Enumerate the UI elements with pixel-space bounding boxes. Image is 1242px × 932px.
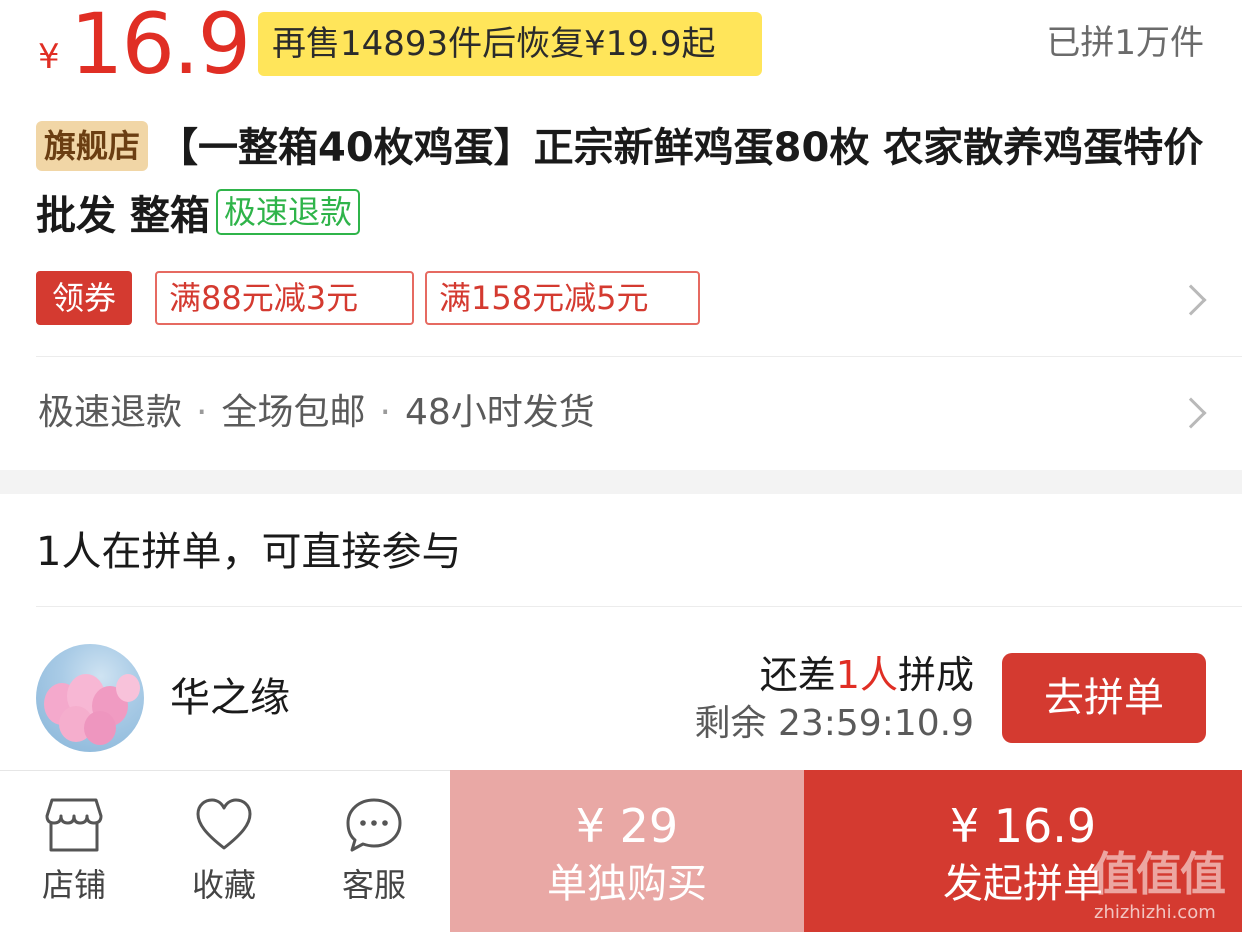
heart-icon [196, 798, 252, 850]
buy-alone-label: 单独购买 [547, 861, 707, 907]
service-guarantees-row[interactable]: 极速退款 · 全场包邮 · 48小时发货 [38, 388, 595, 438]
sold-count: 已拼1万件 [1046, 23, 1204, 63]
chat-bubble-icon [346, 798, 402, 852]
join-group-button[interactable]: 去拼单 [1002, 653, 1206, 743]
coupon-158-minus-5[interactable]: 满158元减5元 [425, 271, 700, 325]
group-member-name: 华之缘 [170, 675, 290, 721]
group-buy-heading: 1人在拼单，可直接参与 [36, 529, 462, 575]
watermark-logo: 值值值 [1092, 847, 1226, 901]
balloons-avatar-icon [44, 674, 140, 745]
service-fast-refund: 极速退款 [38, 392, 183, 433]
store-icon [45, 798, 103, 852]
customer-service-label: 客服 [341, 866, 406, 904]
service-48h-shipping: 48小时发货 [404, 392, 595, 433]
coupon-88-minus-3[interactable]: 满88元减3元 [155, 271, 414, 325]
favorite-label: 收藏 [191, 866, 256, 904]
need-count: 1人 [835, 653, 898, 697]
watermark-url: zhizhizhi.com [1094, 902, 1216, 923]
services-chevron-right-icon[interactable] [1175, 397, 1207, 429]
store-button[interactable]: 店铺 [14, 782, 134, 912]
restock-notice-badge: 再售14893件后恢复¥19.9起 [258, 12, 762, 76]
separator-dot: · [379, 392, 391, 433]
customer-service-button[interactable]: 客服 [314, 782, 434, 912]
group-need-line: 还差1人拼成 [760, 652, 974, 698]
avatar [36, 644, 144, 752]
store-label: 店铺 [41, 866, 106, 904]
product-title: 【一整箱40枚鸡蛋】正宗新鲜鸡蛋80枚 农家散养鸡蛋特价批发 整箱 [36, 125, 1204, 239]
need-suffix: 拼成 [897, 653, 974, 697]
need-prefix: 还差 [759, 653, 836, 697]
get-coupon-label[interactable]: 领券 [36, 271, 132, 325]
service-free-shipping: 全场包邮 [221, 392, 366, 433]
product-title-block: 旗舰店 【一整箱40枚鸡蛋】正宗新鲜鸡蛋80枚 农家散养鸡蛋特价批发 整箱 极速退款 [36, 114, 1216, 250]
fast-refund-badge: 极速退款 [215, 189, 360, 235]
price-amount: 16.9 [70, 0, 251, 93]
buy-alone-price: ¥ 29 [575, 799, 679, 853]
divider [36, 356, 1242, 357]
coupon-chevron-right-icon[interactable] [1175, 284, 1207, 316]
price-currency-symbol: ¥ [38, 37, 60, 77]
section-gap [0, 470, 1242, 494]
group-remaining-time: 剩余 23:59:10.9 [694, 703, 974, 744]
flagship-store-badge: 旗舰店 [36, 121, 149, 171]
separator-dot: · [196, 392, 208, 433]
favorite-button[interactable]: 收藏 [164, 782, 284, 912]
buy-alone-button[interactable]: ¥ 29 单独购买 [450, 770, 804, 932]
divider [36, 606, 1242, 607]
